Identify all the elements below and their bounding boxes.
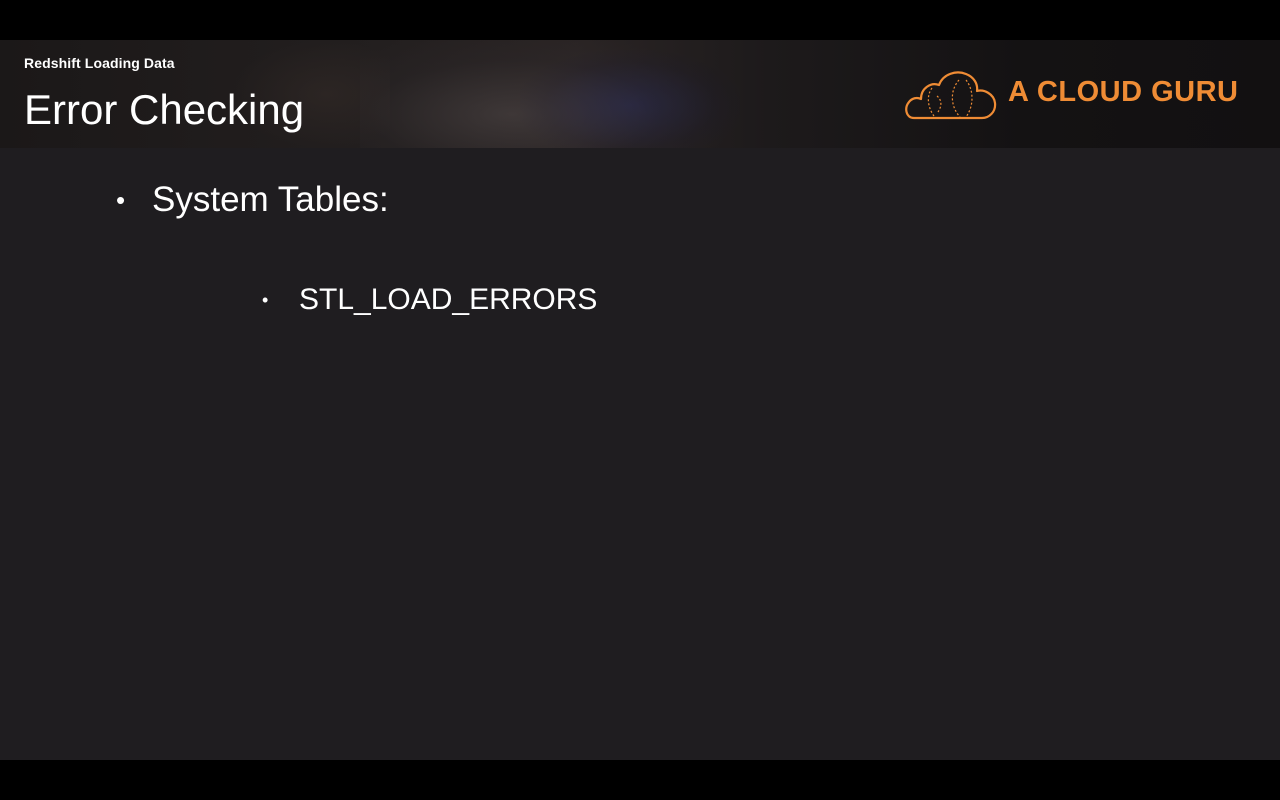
bullet-marker: •: [116, 185, 126, 215]
letterbox-top: [0, 0, 1280, 40]
bullet-text: System Tables:: [152, 180, 389, 219]
bullet-item-level-2: • STL_LOAD_ERRORS: [262, 280, 597, 320]
cloud-icon: [905, 71, 997, 120]
bullet-text: STL_LOAD_ERRORS: [299, 283, 598, 316]
letterbox-bottom: [0, 760, 1280, 800]
bullet-item-level-1: • System Tables:: [116, 178, 389, 222]
brand-name: A CLOUD GURU: [1008, 76, 1239, 108]
slide-title: Error Checking: [24, 86, 305, 133]
slide: Redshift Loading Data Error Checking A C…: [0, 40, 1280, 760]
brand-logo: A CLOUD GURU: [904, 66, 1244, 122]
background-video-blur: [520, 50, 740, 148]
slide-header: Redshift Loading Data Error Checking A C…: [0, 40, 1280, 148]
slide-subtitle: Redshift Loading Data: [24, 55, 175, 71]
video-frame: Redshift Loading Data Error Checking A C…: [0, 0, 1280, 800]
bullet-marker: •: [262, 290, 269, 310]
